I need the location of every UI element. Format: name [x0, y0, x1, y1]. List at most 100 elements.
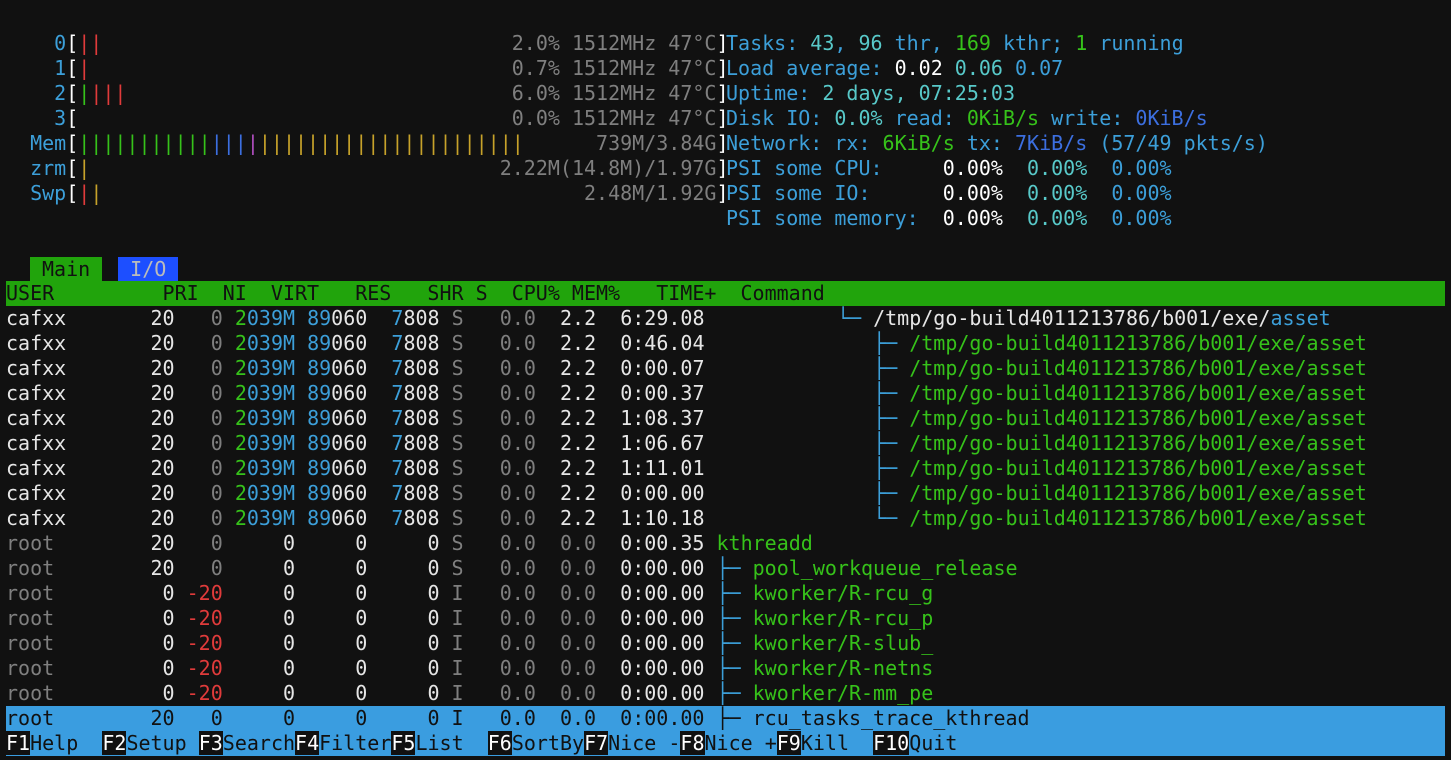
net-tx: 7KiB/s: [1015, 131, 1088, 155]
cpu-meter-3-value: 0.0% 1512MHz 47°C: [511, 106, 717, 130]
fkey-f7[interactable]: F7: [584, 731, 609, 755]
time-cell: 1:11.01: [596, 456, 717, 480]
cpu-cell: 0.0: [463, 331, 536, 355]
fkey-label-f5[interactable]: List: [415, 731, 487, 755]
fkey-f2[interactable]: F2: [102, 731, 127, 755]
column-header[interactable]: USER PRI NI VIRT RES SHR S CPU% MEM% TIM…: [6, 281, 1445, 306]
zrm-meter: zrm[| 2.22M(14.8M)/1.97G]: [6, 156, 728, 181]
res-cell: 89: [307, 356, 332, 380]
fkey-label-f8[interactable]: Nice +: [705, 731, 777, 755]
psi-10: 0.00%: [930, 181, 1003, 205]
time-cell: 0:00.00: [596, 581, 717, 605]
res-cell: 060: [331, 331, 368, 355]
process-row[interactable]: cafxx 20 0 2039M 89060 7808 S 0.0 2.2 0:…: [6, 381, 1445, 406]
process-row[interactable]: cafxx 20 0 2039M 89060 7808 S 0.0 2.2 1:…: [6, 406, 1445, 431]
fkey-f4[interactable]: F4: [295, 731, 320, 755]
pri-cell: 0: [114, 581, 175, 605]
fkey-f8[interactable]: F8: [680, 731, 705, 755]
fkey-label-f6[interactable]: SortBy: [512, 731, 584, 755]
virt-cell: 039M: [246, 306, 296, 330]
command-name: asset: [1270, 306, 1331, 330]
res-cell: 89: [307, 456, 332, 480]
ni-cell: -20: [174, 681, 223, 705]
process-row[interactable]: root 20 0 0 0 0 I 0.0 0.0 0:00.00 ├─ rcu…: [6, 706, 1445, 731]
ni-cell: 0: [174, 456, 223, 480]
fkey-label-f7[interactable]: Nice -: [608, 731, 680, 755]
process-row[interactable]: cafxx 20 0 2039M 89060 7808 S 0.0 2.2 0:…: [6, 331, 1445, 356]
process-row[interactable]: root 0 -20 0 0 0 I 0.0 0.0 0:00.00 ├─ kw…: [6, 581, 1445, 606]
bracket: [: [66, 56, 79, 80]
res-cell: 89: [307, 406, 332, 430]
pri-cell: 20: [114, 481, 175, 505]
ni-cell: 0: [174, 506, 223, 530]
tab-main[interactable]: Main: [30, 257, 103, 282]
sep: write:: [1039, 106, 1136, 130]
time-cell: 1:06.67: [596, 431, 717, 455]
shr-cell: 808: [403, 306, 440, 330]
process-row[interactable]: cafxx 20 0 2039M 89060 7808 S 0.0 2.2 6:…: [6, 306, 1445, 331]
process-row[interactable]: root 0 -20 0 0 0 I 0.0 0.0 0:00.00 ├─ kw…: [6, 606, 1445, 631]
cpu-meter-0-label: 0: [6, 31, 67, 55]
pri-cell: 0: [114, 606, 175, 630]
fkey-label-f3[interactable]: Search: [223, 731, 295, 755]
mem-cell: 2.2: [535, 331, 597, 355]
process-row[interactable]: cafxx 20 0 2039M 89060 7808 S 0.0 2.2 1:…: [6, 431, 1445, 456]
command-name: rcu_tasks_trace_kthread: [752, 706, 1030, 730]
shr-cell: 808: [403, 481, 440, 505]
virt-cell: 039M: [246, 431, 296, 455]
disk-pct: 0.0%: [834, 106, 883, 130]
process-row[interactable]: cafxx 20 0 2039M 89060 7808 S 0.0 2.2 0:…: [6, 356, 1445, 381]
bracket: [: [66, 31, 79, 55]
meter-bar: |||: [90, 81, 127, 105]
shr-cell: 7: [391, 456, 404, 480]
disk-read: 0KiB/s: [966, 106, 1040, 130]
process-row[interactable]: root 20 0 0 0 0 S 0.0 0.0 0:00.00 ├─ poo…: [6, 556, 1445, 581]
fkey-label-f4[interactable]: Filter: [319, 731, 391, 755]
time-cell: 0:00.00: [596, 706, 717, 730]
ni-cell: 0: [174, 306, 223, 330]
fkey-f10[interactable]: F10: [873, 731, 910, 755]
fkey-label-f1[interactable]: Help: [30, 731, 102, 755]
process-row[interactable]: root 20 0 0 0 0 S 0.0 0.0 0:00.35 kthrea…: [6, 531, 1445, 556]
command-name: kthreadd: [716, 531, 813, 555]
sep: thr,: [882, 31, 955, 55]
ni-cell: 0: [174, 406, 223, 430]
virt-cell: 039M: [246, 456, 296, 480]
fkey-label-f10[interactable]: Quit: [909, 731, 957, 755]
tab-io[interactable]: I/O: [118, 257, 179, 282]
process-row[interactable]: root 0 -20 0 0 0 I 0.0 0.0 0:00.00 ├─ kw…: [6, 656, 1445, 681]
fkey-f9[interactable]: F9: [776, 731, 801, 755]
fkey-f6[interactable]: F6: [487, 731, 512, 755]
shr-cell: 808: [403, 331, 440, 355]
cpu-cell: 0.0: [463, 706, 536, 730]
time-cell: 1:08.37: [596, 406, 717, 430]
mem-cell: 2.2: [535, 381, 597, 405]
process-row[interactable]: cafxx 20 0 2039M 89060 7808 S 0.0 2.2 1:…: [6, 506, 1445, 531]
fkey-label-f9[interactable]: Kill: [801, 731, 873, 755]
fkey-label-f2[interactable]: Setup: [126, 731, 198, 755]
disk-label: Disk IO:: [726, 106, 835, 130]
pri-cell: 20: [114, 331, 175, 355]
pri-cell: 20: [114, 431, 175, 455]
net-pkts: (57/49 pkts/s): [1087, 131, 1268, 155]
virt-cell: 0: [222, 531, 296, 555]
meter-bar: |: [78, 81, 91, 105]
process-row[interactable]: cafxx 20 0 2039M 89060 7808 S 0.0 2.2 1:…: [6, 456, 1445, 481]
user-cell: root: [6, 706, 115, 730]
process-row[interactable]: root 0 -20 0 0 0 I 0.0 0.0 0:00.00 ├─ kw…: [6, 681, 1445, 706]
res-cell: 89: [307, 431, 332, 455]
fkey-f3[interactable]: F3: [198, 731, 223, 755]
ni-cell: 0: [174, 531, 223, 555]
virt-cell: 039M: [246, 406, 296, 430]
fkey-f1[interactable]: F1: [6, 731, 31, 755]
process-row[interactable]: cafxx 20 0 2039M 89060 7808 S 0.0 2.2 0:…: [6, 481, 1445, 506]
fkey-f5[interactable]: F5: [391, 731, 416, 755]
process-row[interactable]: root 0 -20 0 0 0 I 0.0 0.0 0:00.00 ├─ kw…: [6, 631, 1445, 656]
